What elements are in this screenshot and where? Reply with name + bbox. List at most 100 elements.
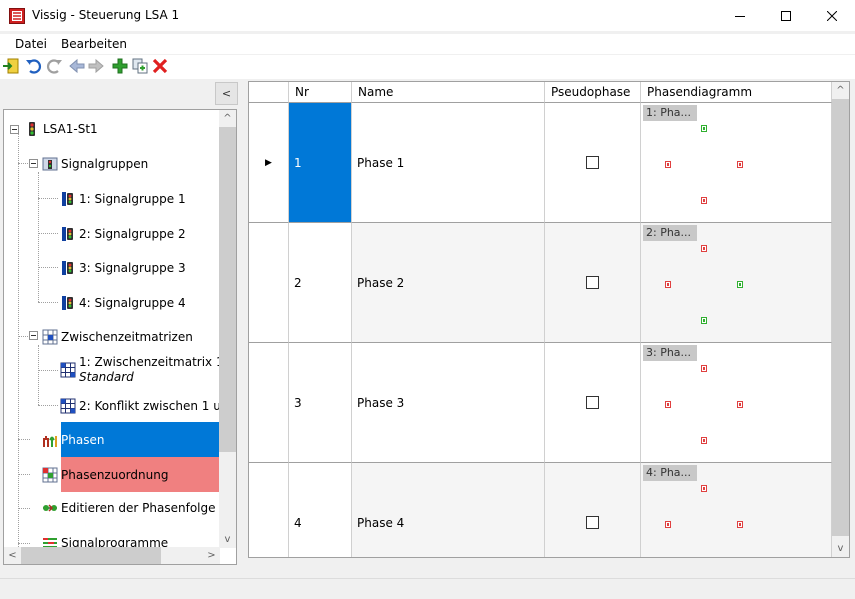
cell-pseudophase (545, 223, 641, 343)
column-header-phasendiagramm[interactable]: Phasendiagramm (641, 82, 832, 103)
pseudophase-checkbox[interactable] (586, 396, 599, 409)
pseudophase-checkbox[interactable] (586, 156, 599, 169)
phases-grid: Nr Name Pseudophase Phasendiagramm ▶ 1 Pha… (248, 81, 850, 558)
toolbar (0, 55, 855, 79)
expand-toggle-signalgruppen[interactable] (29, 159, 38, 168)
cell-nr[interactable]: 1 (289, 103, 352, 223)
scroll-thumb[interactable] (832, 99, 849, 536)
tree-item-root[interactable]: LSA1-St1 (24, 117, 98, 141)
tree-item-signalgruppen[interactable]: Signalgruppen (42, 152, 148, 176)
column-header-name[interactable]: Name (352, 82, 545, 103)
cell-name-value: Phase 4 (357, 515, 405, 530)
cell-name[interactable]: Phase 2 (352, 223, 545, 343)
close-button[interactable] (809, 0, 855, 31)
scroll-up-icon[interactable]: ^ (832, 82, 849, 99)
signal-red-icon (701, 245, 707, 252)
tree-item-phasenzuordnung[interactable]: Phasenzuordnung (42, 457, 219, 492)
cell-phase-diagram[interactable]: 3: Pha... (641, 343, 832, 463)
expand-toggle-root[interactable] (10, 125, 19, 134)
cell-pseudophase (545, 463, 641, 557)
tree-item-signal-group-1[interactable]: 1: Signalgruppe 1 (60, 187, 186, 211)
maximize-button[interactable] (763, 0, 809, 31)
signal-red-icon (737, 521, 743, 528)
tree-item-signal-group-3[interactable]: 3: Signalgruppe 3 (60, 256, 186, 280)
phase-diagram-label: 3: Pha... (643, 345, 698, 361)
redo-icon[interactable] (45, 57, 63, 75)
cell-nr[interactable]: 3 (289, 343, 352, 463)
delete-icon[interactable] (151, 57, 169, 75)
cell-name[interactable]: Phase 3 (352, 343, 545, 463)
undo-icon[interactable] (25, 57, 43, 75)
scroll-down-icon[interactable]: v (219, 531, 236, 548)
column-header-pseudophase[interactable]: Pseudophase (545, 82, 641, 103)
phase-diagram-label: 4: Pha... (643, 465, 698, 481)
column-header-nr[interactable]: Nr (289, 82, 352, 103)
back-arrow-icon[interactable] (68, 57, 86, 75)
current-row-icon: ▶ (265, 157, 272, 168)
menu-datei[interactable]: Datei (15, 37, 47, 51)
window-title: Vissig - Steuerung LSA 1 (32, 8, 180, 22)
signal-group-icon (62, 296, 73, 310)
signal-red-icon (701, 557, 707, 558)
pseudophase-checkbox[interactable] (586, 516, 599, 529)
collapse-panel-button[interactable]: < (215, 82, 238, 105)
cell-name-value: Phase 3 (357, 395, 405, 410)
signal-group-icon (62, 227, 73, 241)
pseudophase-checkbox[interactable] (586, 276, 599, 289)
signal-green-icon (737, 281, 743, 288)
row-header[interactable] (249, 223, 289, 343)
tree-item-label: 1: Zwischenzeitmatrix 1 (79, 355, 224, 369)
row-header-corner (249, 82, 289, 103)
row-header[interactable] (249, 343, 289, 463)
tree-item-label: Signalgruppen (61, 157, 149, 171)
copy-icon[interactable] (131, 57, 149, 75)
scroll-up-icon[interactable]: ^ (219, 110, 236, 127)
row-header[interactable] (249, 463, 289, 557)
tree-item-label: LSA1-St1 (43, 122, 98, 136)
navigation-tree: LSA1-St1 Signalgruppen 1: Signalgruppe 1… (3, 109, 237, 565)
exit-icon[interactable] (2, 57, 20, 75)
tree-item-signal-group-2[interactable]: 2: Signalgruppe 2 (60, 222, 186, 246)
menu-bar: Datei Bearbeiten (0, 34, 855, 54)
matrix-icon (60, 398, 76, 414)
signal-red-icon (665, 521, 671, 528)
tree-item-label: Zwischenzeitmatrizen (61, 330, 193, 344)
scroll-down-icon[interactable]: v (832, 540, 849, 557)
cell-name-value: Phase 1 (357, 155, 405, 170)
expand-toggle-zwischenzeitmatrizen[interactable] (29, 331, 38, 340)
cell-nr-value: 3 (294, 395, 302, 410)
scroll-thumb[interactable] (219, 127, 236, 452)
cell-phase-diagram[interactable]: 4: Pha... (641, 463, 832, 558)
scroll-right-icon[interactable]: > (203, 547, 220, 564)
cell-nr[interactable]: 4 (289, 463, 352, 557)
tree-item-label: Editieren der Phasenfolge (61, 501, 216, 515)
tree-item-zwischenzeitmatrizen[interactable]: Zwischenzeitmatrizen (42, 325, 193, 349)
cell-nr-value: 4 (294, 515, 302, 530)
row-header[interactable]: ▶ (249, 103, 289, 223)
tree-vertical-scrollbar[interactable]: ^ v (219, 110, 236, 548)
phase-diagram-label: 2: Pha... (643, 225, 698, 241)
minimize-button[interactable] (717, 0, 763, 31)
menu-bearbeiten[interactable]: Bearbeiten (61, 37, 127, 51)
tree-item-matrix-2[interactable]: 2: Konflikt zwischen 1 un (60, 394, 228, 418)
add-icon[interactable] (111, 57, 129, 75)
cell-name[interactable]: Phase 1 (352, 103, 545, 223)
tree-horizontal-scrollbar[interactable]: < > (4, 547, 220, 564)
status-bar (0, 578, 855, 599)
tree-item-label: Phasenzuordnung (61, 457, 219, 492)
tree-item-matrix-1[interactable]: 1: Zwischenzeitmatrix 1 Standard (60, 352, 224, 388)
cell-nr[interactable]: 2 (289, 223, 352, 343)
tree-item-phasen[interactable]: Phasen (42, 422, 219, 457)
signal-red-icon (701, 437, 707, 444)
tree-item-signal-group-4[interactable]: 4: Signalgruppe 4 (60, 291, 186, 315)
signal-red-icon (665, 281, 671, 288)
cell-phase-diagram[interactable]: 1: Pha... (641, 103, 832, 223)
forward-arrow-icon[interactable] (87, 57, 105, 75)
cell-name-value: Phase 2 (357, 275, 405, 290)
scroll-thumb[interactable] (21, 547, 161, 564)
cell-phase-diagram[interactable]: 2: Pha... (641, 223, 832, 343)
cell-name[interactable]: Phase 4 (352, 463, 545, 557)
tree-item-phasenfolge[interactable]: Editieren der Phasenfolge (42, 496, 216, 520)
scroll-left-icon[interactable]: < (4, 547, 21, 564)
grid-vertical-scrollbar[interactable]: ^ v (832, 82, 849, 557)
